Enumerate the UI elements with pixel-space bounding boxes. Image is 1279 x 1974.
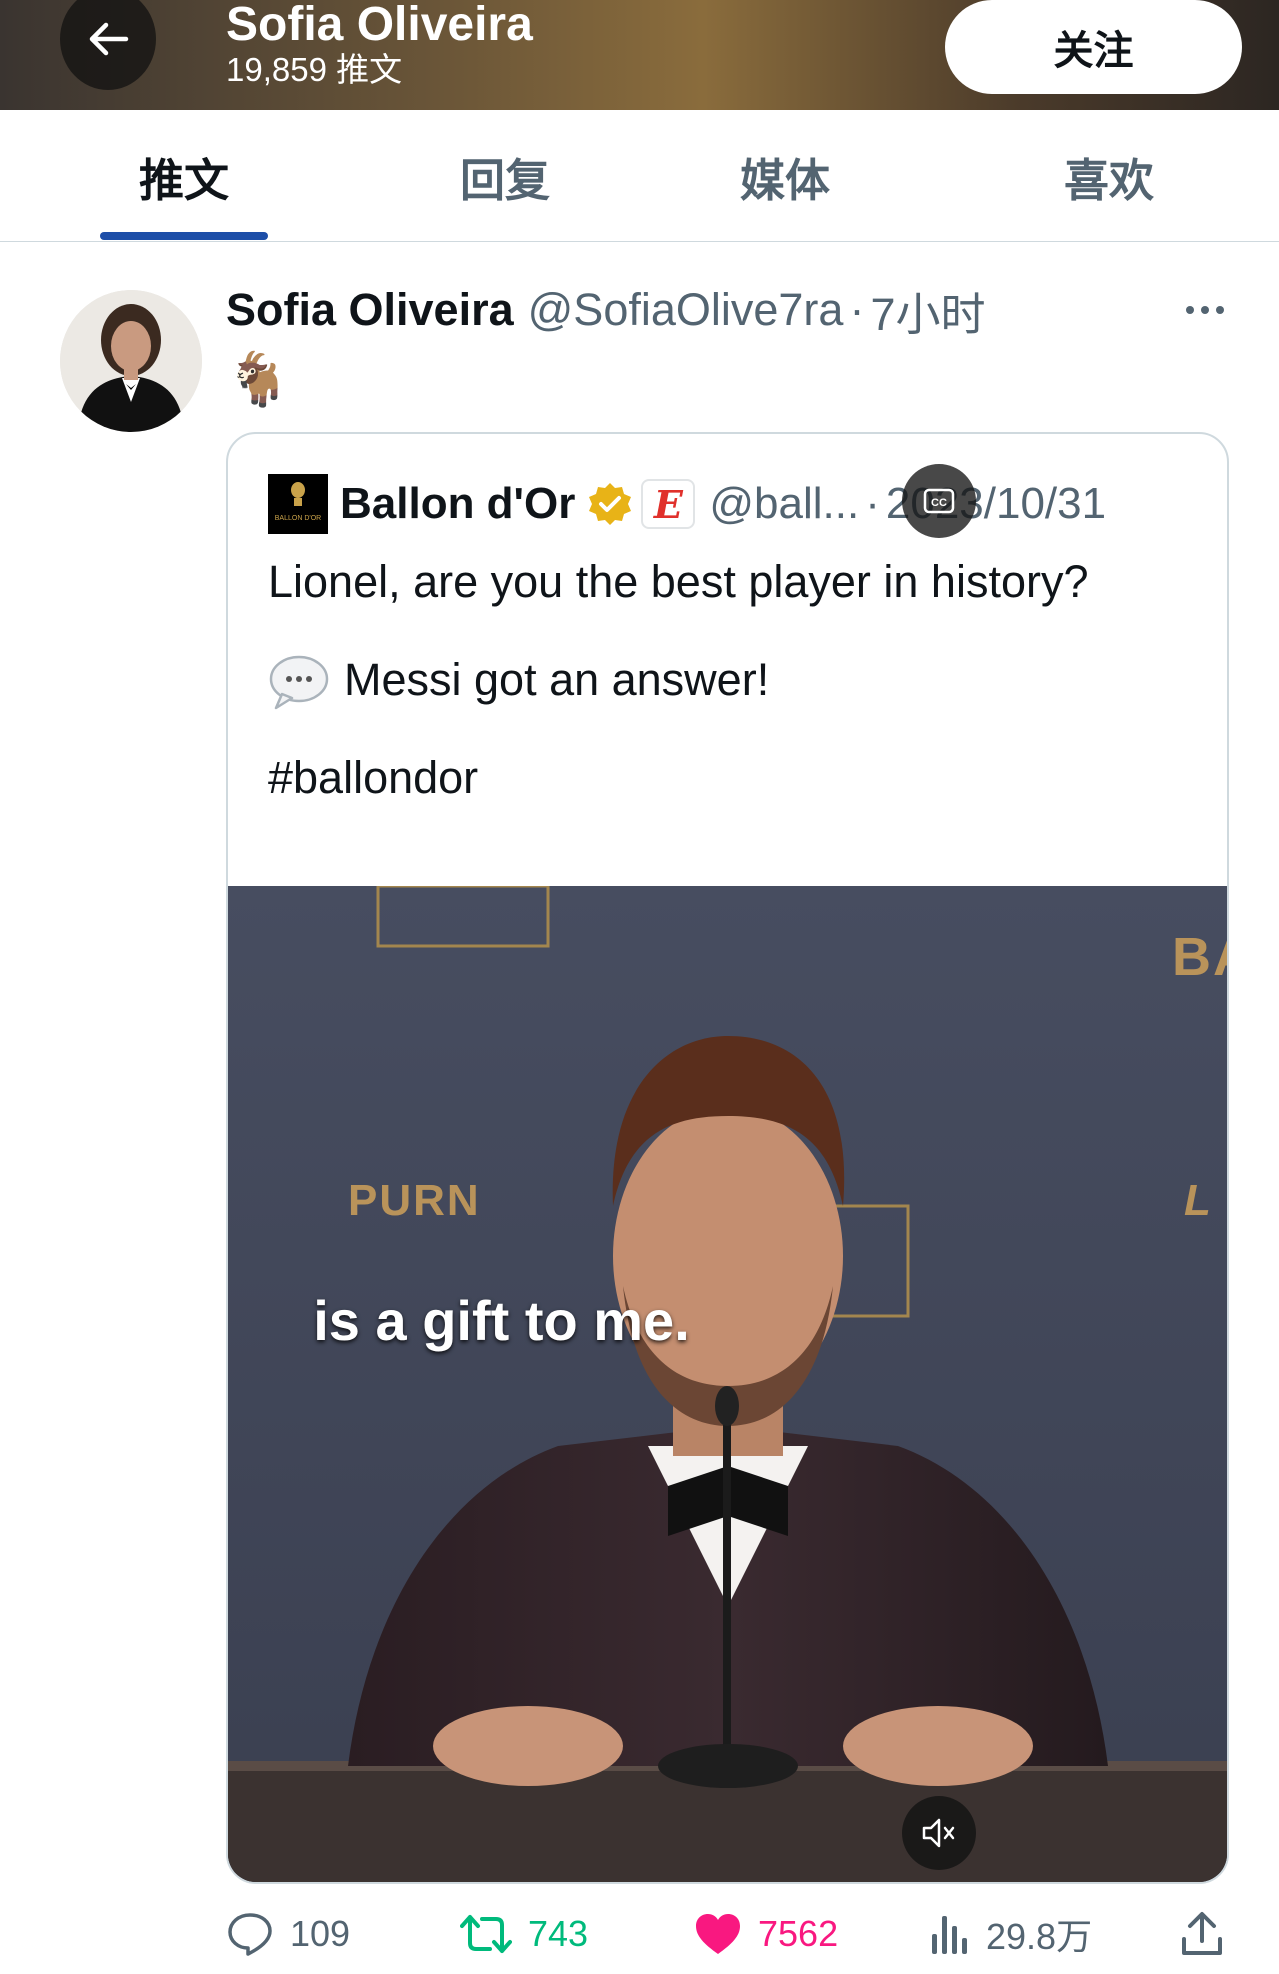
reply-count: 109 xyxy=(290,1913,351,1954)
like-button[interactable]: 7562 xyxy=(694,1904,838,1964)
quoted-author-name[interactable]: Ballon d'Or xyxy=(340,479,575,529)
verified-badge-icon xyxy=(589,483,632,525)
share-upload-icon xyxy=(1182,1912,1222,1955)
like-count: 7562 xyxy=(758,1913,839,1954)
separator-dot: · xyxy=(865,479,880,528)
analytics-bar-chart-icon xyxy=(932,1916,967,1954)
trophy-icon: BALLON D'OR xyxy=(268,474,328,534)
active-tab-indicator xyxy=(100,232,268,240)
quoted-text-line-1: Lionel, are you the best player in histo… xyxy=(268,556,1089,607)
author-handle[interactable]: @SofiaOlive7ra xyxy=(528,284,844,336)
view-count: 29.8万 xyxy=(986,1916,1093,1957)
views-button[interactable]: 29.8万 xyxy=(928,1904,1092,1964)
hashtag-link[interactable]: #ballondor xyxy=(268,752,478,804)
speech-balloon-icon xyxy=(269,655,329,710)
ballon-dor-logo[interactable]: BALLON D'OR xyxy=(268,474,328,534)
backdrop-text-right-2: L xyxy=(1184,1176,1213,1225)
more-dot xyxy=(1216,306,1224,314)
reply-button[interactable]: 109 xyxy=(226,1904,350,1964)
video-player[interactable]: PURN BA L xyxy=(228,886,1227,1882)
quoted-author-handle[interactable]: @ball... xyxy=(709,479,859,529)
heart-icon xyxy=(696,1914,740,1954)
closed-captions-icon: CC xyxy=(923,488,955,514)
avatar[interactable] xyxy=(60,290,202,432)
separator-dot: · xyxy=(849,284,865,335)
backdrop-text-right: BA xyxy=(1172,927,1227,987)
quoted-tweet-header: BALLON D'OR Ballon d'Or E @ball... · 202… xyxy=(268,474,1106,534)
tab-posts[interactable]: 推文 xyxy=(100,110,268,242)
header-title: Sofia Oliveira xyxy=(226,0,533,51)
quoted-text-line-2-label: Messi got an answer! xyxy=(344,654,770,705)
back-button[interactable] xyxy=(60,0,156,90)
video-caption: is a gift to me. xyxy=(313,1289,690,1352)
retweet-count: 743 xyxy=(528,1913,589,1954)
mute-toggle-button[interactable] xyxy=(902,1796,976,1870)
tab-likes[interactable]: 喜欢 xyxy=(1024,110,1194,242)
speaker-muted-icon xyxy=(922,1818,955,1848)
video-frame xyxy=(228,886,1227,1882)
retweet-button[interactable]: 743 xyxy=(460,1904,588,1964)
reply-icon xyxy=(228,1913,272,1956)
more-dot xyxy=(1186,306,1194,314)
more-options-button[interactable] xyxy=(1170,290,1240,330)
retweet-icon xyxy=(460,1915,512,1953)
profile-header: Sofia Oliveira 19,859 推文 关注 xyxy=(0,0,1279,110)
tweet-header: Sofia Oliveira @SofiaOlive7ra · 7小时 xyxy=(226,282,985,340)
share-button[interactable] xyxy=(1180,1904,1240,1964)
header-post-count: 19,859 推文 xyxy=(226,51,403,88)
tweet-body-emoji: 🐐 xyxy=(226,351,291,409)
captions-button[interactable]: CC xyxy=(902,464,976,538)
svg-text:CC: CC xyxy=(931,497,947,509)
quoted-text-line-2: Messi got an answer! xyxy=(268,654,769,712)
tweet-timestamp[interactable]: 7小时 xyxy=(870,278,985,343)
author-name[interactable]: Sofia Oliveira xyxy=(226,284,514,336)
tab-replies[interactable]: 回复 xyxy=(420,110,590,242)
affiliate-badge[interactable]: E xyxy=(641,479,696,529)
more-dot xyxy=(1201,306,1209,314)
arrow-left-icon xyxy=(89,22,129,56)
backdrop-text-left: PURN xyxy=(348,1176,481,1225)
logo-text: BALLON D'OR xyxy=(275,515,321,522)
quoted-tweet-card[interactable]: BALLON D'OR Ballon d'Or E @ball... · 202… xyxy=(226,432,1229,1884)
tab-media[interactable]: 媒体 xyxy=(700,110,870,242)
follow-button[interactable]: 关注 xyxy=(945,0,1242,94)
tweet-actions: 109 743 7562 29.8万 xyxy=(0,1904,1279,1964)
profile-tabs: 推文 回复 媒体 喜欢 xyxy=(0,110,1279,242)
avatar-portrait-icon xyxy=(60,290,202,432)
